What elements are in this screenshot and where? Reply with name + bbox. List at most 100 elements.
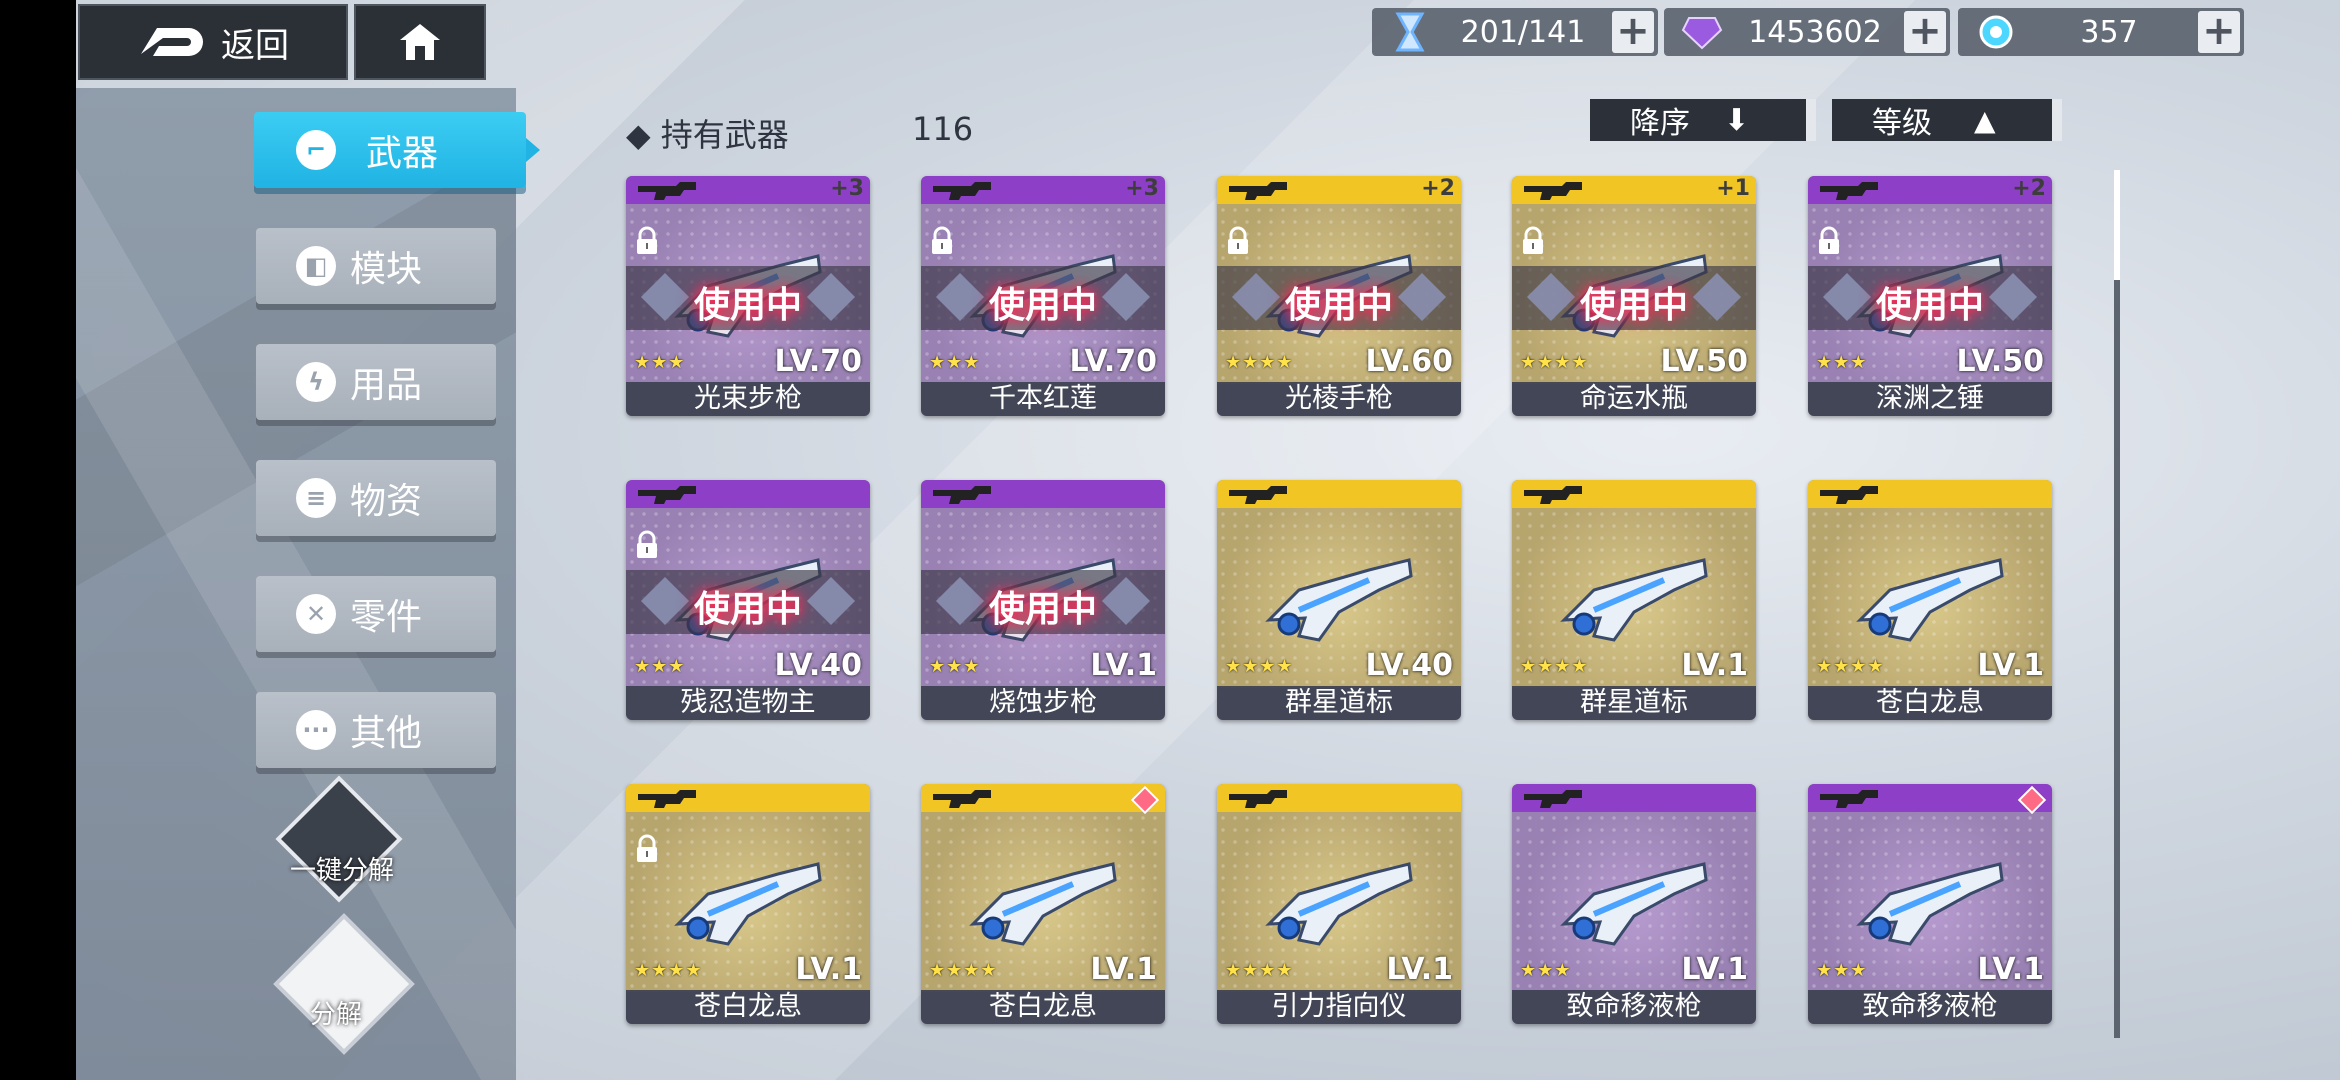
home-icon — [400, 24, 440, 60]
weapon-card[interactable]: ★★★★ LV.1 苍白龙息 — [1808, 480, 2052, 720]
weapon-icon — [1265, 862, 1413, 946]
lock-icon[interactable] — [632, 834, 662, 864]
tab-weapons-label: 武器 — [366, 133, 439, 174]
weapon-icon: ⌐ — [296, 130, 336, 170]
in-use-overlay: 使用中 — [1808, 266, 2052, 330]
weapon-level: LV.1 — [1090, 648, 1157, 683]
weapon-level: LV.1 — [1386, 952, 1453, 987]
weapon-icon — [1856, 862, 2004, 946]
tab-supplies[interactable]: ≡ 物资 — [256, 460, 496, 536]
in-use-overlay: 使用中 — [921, 570, 1165, 634]
lock-icon[interactable] — [632, 530, 662, 560]
refine-level: +2 — [2012, 176, 2046, 201]
refine-level: +3 — [1125, 176, 1159, 201]
lock-icon[interactable] — [632, 226, 662, 256]
weapon-level: LV.70 — [774, 344, 862, 379]
weapon-card[interactable]: ★★★★ LV.1 苍白龙息 — [921, 784, 1165, 1024]
weapon-type-icon — [933, 486, 991, 504]
in-use-overlay: 使用中 — [626, 570, 870, 634]
star-rating: ★★★ — [1520, 960, 1572, 981]
back-button[interactable]: 返回 — [78, 4, 348, 80]
resource-stamina: 201/141 + — [1372, 8, 1658, 56]
back-arrow-icon — [141, 28, 203, 56]
weapon-name: 烧蚀步枪 — [921, 686, 1165, 720]
tab-items[interactable]: ϟ 用品 — [256, 344, 496, 420]
weapon-name: 苍白龙息 — [626, 990, 870, 1024]
lock-icon[interactable] — [1518, 226, 1548, 256]
sort-level-button[interactable]: 等级 ▲ — [1832, 99, 2062, 141]
weapon-type-icon — [933, 182, 991, 200]
weapon-card[interactable]: ★★★★ LV.40 群星道标 — [1217, 480, 1461, 720]
weapon-card[interactable]: +2 使用中 ★★★ LV.50 深渊之锤 — [1808, 176, 2052, 416]
scrollbar-thumb[interactable] — [2114, 170, 2120, 280]
tab-other[interactable]: ··· 其他 — [256, 692, 496, 768]
weapon-name: 命运水瓶 — [1512, 382, 1756, 416]
weapon-type-icon — [1524, 790, 1582, 808]
tab-weapons[interactable]: ⌐ 武器 — [254, 112, 540, 188]
parts-icon: ✕ — [296, 594, 336, 634]
dismantle-icon — [273, 913, 415, 1055]
lock-icon[interactable] — [927, 226, 957, 256]
add-crystal-button[interactable]: + — [1904, 11, 1946, 53]
weapon-type-icon — [933, 790, 991, 808]
star-rating: ★★★★ — [929, 960, 998, 981]
crystal-icon — [1678, 8, 1726, 56]
tab-modules-label: 模块 — [350, 249, 423, 290]
weapon-card[interactable]: +1 使用中 ★★★★ LV.50 命运水瓶 — [1512, 176, 1756, 416]
in-use-overlay: 使用中 — [626, 266, 870, 330]
quick-dismantle-button[interactable]: 一键分解 — [275, 775, 403, 903]
level-filter-icon: ▲ — [1974, 103, 1996, 137]
sort-level-label: 等级 — [1872, 106, 1932, 141]
in-use-overlay: 使用中 — [1512, 266, 1756, 330]
weapon-type-icon — [1229, 182, 1287, 200]
add-energy-button[interactable]: + — [2198, 11, 2240, 53]
refine-level: +1 — [1716, 176, 1750, 201]
weapon-name: 千本红莲 — [921, 382, 1165, 416]
weapon-name: 引力指向仪 — [1217, 990, 1461, 1024]
energy-value: 357 — [2080, 14, 2138, 50]
lock-icon[interactable] — [1223, 226, 1253, 256]
resource-crystal: 1453602 + — [1664, 8, 1950, 56]
weapon-level: LV.50 — [1956, 344, 2044, 379]
dismantle-label: 分解 — [310, 1000, 363, 1030]
sort-order-button[interactable]: 降序 ⬇ — [1590, 99, 1816, 141]
weapon-name: 深渊之锤 — [1808, 382, 2052, 416]
weapon-type-icon — [638, 182, 696, 200]
weapon-card[interactable]: ★★★★ LV.1 群星道标 — [1512, 480, 1756, 720]
lock-icon[interactable] — [1814, 226, 1844, 256]
home-button[interactable] — [354, 4, 486, 80]
weapon-name: 苍白龙息 — [1808, 686, 2052, 720]
owned-weapons-count: 116 — [912, 110, 974, 148]
weapon-card[interactable]: ★★★ LV.1 致命移液枪 — [1512, 784, 1756, 1024]
dismantle-button[interactable]: 分解 — [273, 913, 415, 1055]
tab-parts-label: 零件 — [350, 597, 423, 638]
tab-parts[interactable]: ✕ 零件 — [256, 576, 496, 652]
tab-supplies-label: 物资 — [350, 481, 423, 522]
weapon-type-icon — [1820, 790, 1878, 808]
weapon-card[interactable]: 使用中 ★★★ LV.40 残忍造物主 — [626, 480, 870, 720]
weapon-name: 致命移液枪 — [1512, 990, 1756, 1024]
in-use-overlay: 使用中 — [921, 266, 1165, 330]
scrollbar-track[interactable] — [2114, 170, 2120, 1038]
weapon-card[interactable]: +2 使用中 ★★★★ LV.60 光棱手枪 — [1217, 176, 1461, 416]
tab-modules[interactable]: ◧ 模块 — [256, 228, 496, 304]
resource-energy: 357 + — [1958, 8, 2244, 56]
add-stamina-button[interactable]: + — [1612, 11, 1654, 53]
weapon-card[interactable]: ★★★ LV.1 致命移液枪 — [1808, 784, 2052, 1024]
weapon-card[interactable]: +3 使用中 ★★★ LV.70 光束步枪 — [626, 176, 870, 416]
weapon-card[interactable]: +3 使用中 ★★★ LV.70 千本红莲 — [921, 176, 1165, 416]
tab-items-label: 用品 — [350, 365, 423, 406]
weapon-level: LV.1 — [1977, 952, 2044, 987]
weapon-icon — [1856, 558, 2004, 642]
weapon-card[interactable]: ★★★★ LV.1 苍白龙息 — [626, 784, 870, 1024]
energy-orb-icon — [1972, 8, 2020, 56]
weapon-type-icon — [1524, 182, 1582, 200]
weapon-icon — [1265, 558, 1413, 642]
weapon-type-icon — [638, 486, 696, 504]
supplies-icon: ≡ — [296, 478, 336, 518]
weapon-card[interactable]: ★★★★ LV.1 引力指向仪 — [1217, 784, 1461, 1024]
weapon-level: LV.1 — [795, 952, 862, 987]
weapon-card[interactable]: 使用中 ★★★ LV.1 烧蚀步枪 — [921, 480, 1165, 720]
weapon-level: LV.40 — [774, 648, 862, 683]
refine-level: +3 — [830, 176, 864, 201]
